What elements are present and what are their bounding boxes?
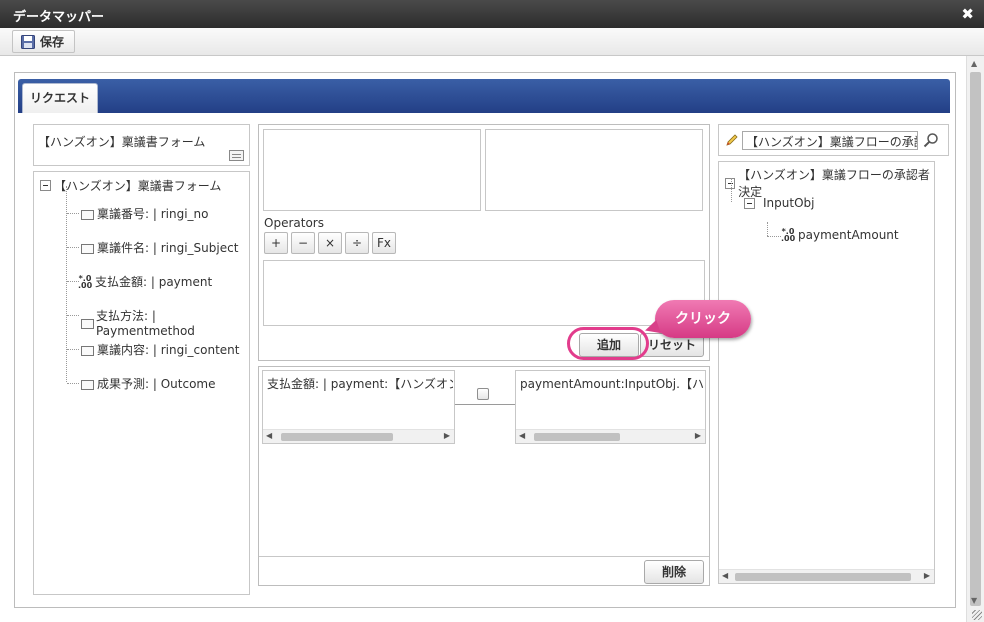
field-icon — [78, 344, 94, 356]
number-icon: *.0.00 — [781, 227, 796, 243]
tree-item-outcome[interactable]: 成果予測: | Outcome — [78, 375, 215, 392]
tree-item-paymentmethod[interactable]: 支払方法: | Paymentmethod — [78, 307, 249, 338]
mapping-target-text: paymentAmount:InputObj.【ハンズオン】稟議フロー — [520, 377, 704, 391]
tree-item-ringi-no[interactable]: 稟議番号: | ringi_no — [78, 205, 209, 222]
field-icon — [78, 208, 94, 220]
scroll-left-icon[interactable]: ◀ — [722, 571, 728, 580]
scroll-right-icon[interactable]: ▶ — [695, 431, 701, 440]
scroll-left-icon[interactable]: ◀ — [266, 431, 272, 440]
target-tree-leaf-paymentamount[interactable]: *.0.00 paymentAmount — [781, 227, 899, 243]
expression-target-box[interactable] — [485, 129, 703, 211]
collapse-icon[interactable] — [744, 197, 755, 209]
operator-multiply-button[interactable]: × — [318, 232, 342, 254]
edit-pencil-icon[interactable] — [725, 133, 739, 147]
mapping-checkbox[interactable] — [477, 388, 489, 400]
operator-plus-button[interactable]: + — [264, 232, 288, 254]
collapse-icon[interactable] — [40, 180, 51, 191]
mapping-target-box[interactable]: paymentAmount:InputObj.【ハンズオン】稟議フロー ◀ ▶ — [515, 370, 706, 444]
form-card-icon[interactable] — [229, 150, 244, 161]
save-button-label: 保存 — [40, 35, 65, 49]
save-button[interactable]: 保存 — [12, 30, 76, 53]
source-tree-root[interactable]: 【ハンズオン】稟議書フォーム — [40, 177, 221, 194]
scroll-thumb[interactable] — [970, 72, 981, 606]
search-icon[interactable] — [923, 132, 939, 148]
target-tree-root[interactable]: 【ハンズオン】稟議フローの承認者決定 — [725, 166, 934, 200]
scroll-right-icon[interactable]: ▶ — [444, 431, 450, 440]
horizontal-scrollbar[interactable]: ◀ ▶ — [516, 429, 705, 443]
expression-source-box[interactable] — [263, 129, 481, 211]
tree-item-label: 支払方法: | Paymentmethod — [96, 309, 195, 338]
scroll-down-icon[interactable]: ▼ — [971, 596, 977, 605]
source-form-name: 【ハンズオン】稟議書フォーム — [38, 135, 206, 149]
scroll-left-icon[interactable]: ◀ — [519, 431, 525, 440]
tree-item-label: 稟議内容: | ringi_content — [97, 343, 240, 357]
floppy-disk-icon — [21, 34, 35, 49]
number-icon: *.0.00 — [78, 273, 93, 290]
tree-item-ringi-subject[interactable]: 稟議件名: | ringi_Subject — [78, 239, 238, 256]
target-tree-root-label: 【ハンズオン】稟議フローの承認者決定 — [738, 168, 930, 199]
mapping-source-box[interactable]: 支払金額: | payment:【ハンズオン】稟議書フォーム ◀ ▶ — [262, 370, 455, 444]
source-tree-panel: 【ハンズオン】稟議書フォーム 稟議番号: | ringi_no 稟議件名: | … — [33, 171, 250, 595]
horizontal-scrollbar[interactable]: ◀ ▶ — [263, 429, 454, 443]
target-tree-leaf-label: paymentAmount — [798, 228, 899, 242]
close-icon[interactable]: ✖ — [961, 5, 974, 23]
tab-request[interactable]: リクエスト — [22, 83, 98, 113]
tree-item-label: 成果予測: | Outcome — [97, 377, 216, 391]
tree-item-label: 支払金額: | payment — [95, 275, 213, 289]
mapping-source-text: 支払金額: | payment:【ハンズオン】稟議書フォーム — [267, 377, 453, 391]
tree-item-ringi-content[interactable]: 稟議内容: | ringi_content — [78, 341, 239, 358]
scroll-thumb[interactable] — [281, 433, 393, 441]
source-tree-root-label: 【ハンズオン】稟議書フォーム — [54, 179, 222, 193]
vertical-scrollbar[interactable]: ▲ ▼ — [966, 56, 984, 622]
field-icon — [78, 242, 94, 254]
expression-textarea[interactable] — [263, 260, 705, 326]
scroll-up-icon[interactable]: ▲ — [971, 59, 977, 68]
target-tree-panel: 【ハンズオン】稟議フローの承認者決定 InputObj *.0.00 payme… — [718, 161, 935, 584]
operators-label: Operators — [264, 216, 324, 230]
operator-function-button[interactable]: Fx — [372, 232, 396, 254]
tree-item-label: 稟議番号: | ringi_no — [97, 207, 209, 221]
window-title-bar: データマッパー ✖ — [0, 0, 984, 28]
source-form-box: 【ハンズオン】稟議書フォーム — [33, 124, 250, 166]
add-button[interactable]: 追加 — [579, 333, 639, 357]
scroll-thumb[interactable] — [534, 433, 620, 441]
tab-bar: リクエスト — [18, 79, 950, 113]
window-title: データマッパー — [13, 10, 105, 25]
click-callout: クリック — [655, 300, 751, 338]
operator-divide-button[interactable]: ÷ — [345, 232, 369, 254]
tree-item-payment[interactable]: *.0.00 支払金額: | payment — [78, 273, 212, 290]
scroll-right-icon[interactable]: ▶ — [924, 571, 930, 580]
operator-minus-button[interactable]: − — [291, 232, 315, 254]
target-tree-node-label: InputObj — [763, 196, 815, 210]
scroll-thumb[interactable] — [735, 573, 911, 581]
toolbar: 保存 — [0, 28, 984, 56]
horizontal-scrollbar[interactable]: ◀ ▶ — [719, 569, 934, 583]
target-tree-node-inputobj[interactable]: InputObj — [744, 196, 814, 210]
target-search-input[interactable]: 【ハンズオン】稟議フローの承認者 — [742, 131, 918, 150]
tree-item-label: 稟議件名: | ringi_Subject — [97, 241, 239, 255]
field-icon — [78, 317, 95, 329]
mapping-connector-line — [455, 404, 517, 405]
field-icon — [78, 378, 94, 390]
delete-button[interactable]: 削除 — [644, 560, 704, 584]
resize-grip-icon[interactable] — [972, 610, 982, 620]
